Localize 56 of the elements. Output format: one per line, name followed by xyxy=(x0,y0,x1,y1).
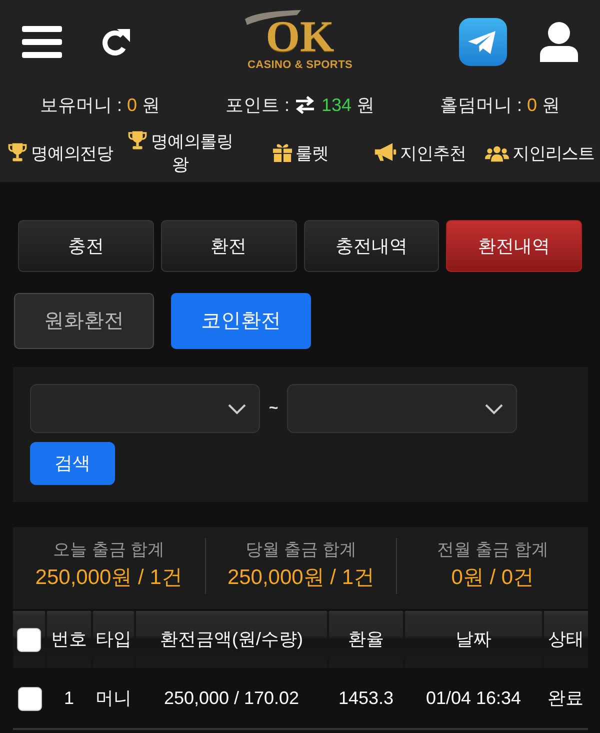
column-header: 번호 xyxy=(46,611,92,668)
balance-label: 홀덤머니 : xyxy=(440,94,522,116)
summary-value: 250,000원 / 1건 xyxy=(227,565,375,591)
currency-unit: 원 xyxy=(142,94,160,116)
exchange-arrows-icon[interactable] xyxy=(294,96,316,114)
summary-value: 250,000원 / 1건 xyxy=(35,565,182,591)
table-cell: 1 xyxy=(46,668,92,729)
user-icon[interactable] xyxy=(540,22,578,62)
balance-label: 포인트 : xyxy=(225,94,290,116)
nav-menu-item[interactable]: 명예의롤링왕 xyxy=(121,130,239,176)
trophy-icon xyxy=(6,142,28,162)
people-icon xyxy=(485,144,510,162)
refresh-icon[interactable] xyxy=(100,26,132,58)
range-separator: ~ xyxy=(268,398,280,418)
column-header: 날짜 xyxy=(404,611,543,668)
select-all-checkbox[interactable] xyxy=(17,628,41,652)
balance-label: 보유머니 : xyxy=(40,94,122,116)
summary-label: 당월 출금 합계 xyxy=(245,539,357,561)
table-cell: 머니 xyxy=(92,668,135,729)
nav-menu-item[interactable]: 지인리스트 xyxy=(485,142,594,164)
column-header: 타입 xyxy=(92,611,135,668)
sub-tab[interactable]: 원화환전 xyxy=(14,293,154,349)
search-button[interactable]: 검색 xyxy=(30,442,115,485)
tab[interactable]: 충전 xyxy=(18,220,154,272)
nav-menu-item[interactable]: 지인추천 xyxy=(374,142,466,164)
table-cell: 01/04 16:34 xyxy=(404,668,543,729)
menu-icon[interactable] xyxy=(22,26,62,58)
summary-label: 오늘 출금 합계 xyxy=(53,539,165,561)
nav-menu-item[interactable]: 룰렛 xyxy=(272,142,328,164)
summary-label: 전월 출금 합계 xyxy=(436,539,548,561)
currency-unit: 원 xyxy=(356,94,375,116)
nav-menu-item[interactable]: 명예의전당 xyxy=(6,142,113,164)
trophy-icon xyxy=(126,130,148,150)
sub-tab[interactable]: 코인환전 xyxy=(171,293,311,349)
column-header: 상태 xyxy=(543,611,588,668)
chevron-down-icon xyxy=(227,402,247,414)
currency-unit: 원 xyxy=(542,94,560,116)
logo-subtitle: CASINO & SPORTS xyxy=(247,58,353,72)
table-cell: 1453.3 xyxy=(328,668,404,729)
table-cell: 완료 xyxy=(543,668,588,729)
megaphone-icon xyxy=(374,142,398,162)
balance-value: 0 xyxy=(527,94,538,116)
tab[interactable]: 충전내역 xyxy=(304,220,440,272)
tab[interactable]: 환전 xyxy=(160,220,296,272)
column-header: 환전금액(원/수량) xyxy=(135,611,328,668)
logo-title: OK xyxy=(266,16,334,56)
balance-value: 134 xyxy=(321,94,352,116)
summary-value: 0원 / 0건 xyxy=(451,565,534,591)
table-cell: 250,000 / 170.02 xyxy=(135,668,328,729)
column-header: 환율 xyxy=(328,611,404,668)
tab[interactable]: 환전내역 xyxy=(446,220,582,272)
chevron-down-icon xyxy=(484,402,504,414)
balance-value: 0 xyxy=(127,94,138,116)
row-checkbox[interactable] xyxy=(18,686,42,711)
paper-plane-icon[interactable] xyxy=(459,18,507,66)
gift-icon xyxy=(272,142,293,162)
